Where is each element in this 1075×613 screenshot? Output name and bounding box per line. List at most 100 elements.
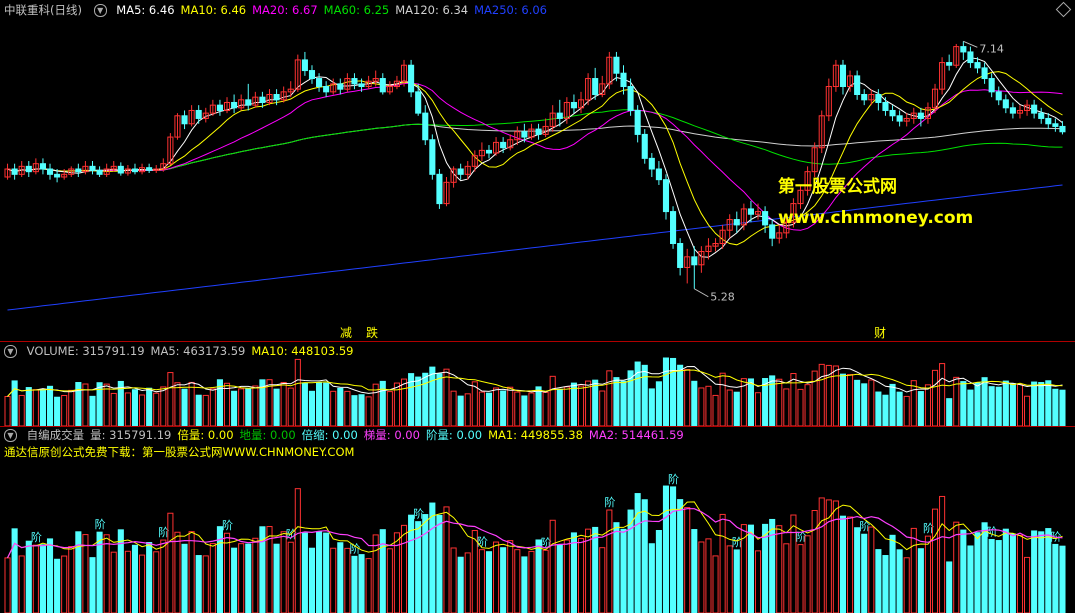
volume-bar — [776, 378, 783, 426]
candle-body — [882, 101, 889, 111]
indicator-bar — [910, 527, 917, 613]
volume-bar — [613, 377, 620, 426]
indicator-bar — [82, 534, 89, 613]
volume-bar — [684, 369, 691, 426]
volume-bar — [273, 388, 280, 426]
indicator-bar — [344, 547, 351, 613]
indicator-bar — [231, 547, 238, 613]
volume-bar — [910, 380, 917, 426]
volume-bar — [422, 372, 429, 426]
indicator-bar — [131, 544, 139, 613]
volume-bar — [634, 361, 641, 426]
indicator-bar — [783, 543, 790, 613]
candle-body — [96, 169, 103, 175]
candle-body — [457, 168, 464, 175]
volume-bar — [202, 394, 209, 426]
indicator-bar — [556, 544, 563, 613]
candle-body — [917, 112, 924, 119]
volume-bar — [4, 395, 11, 426]
indicator-bar — [960, 529, 967, 613]
volume-bar — [620, 380, 627, 426]
indicator-bar — [606, 509, 613, 613]
indicator-bar — [209, 543, 216, 613]
indicator-bar — [422, 514, 429, 613]
indicator-bar — [330, 547, 337, 613]
indicator-bar — [542, 549, 549, 613]
volume-bar — [181, 388, 188, 426]
volume-bar — [478, 391, 485, 426]
volume-bar — [521, 395, 528, 426]
candle-body — [1009, 107, 1016, 114]
volume-bar — [960, 381, 967, 426]
volume-bar — [995, 386, 1002, 426]
volume-bar — [209, 388, 216, 426]
indicator-bar — [124, 550, 131, 613]
candle-body — [25, 165, 32, 173]
indicator-bar — [832, 500, 839, 613]
volume-bar — [245, 388, 252, 426]
indicator-bar — [861, 533, 868, 613]
candle-body — [1052, 123, 1059, 127]
candle-body — [896, 115, 903, 122]
volume-bar — [670, 357, 677, 426]
indicator-bar — [1009, 533, 1016, 613]
volume-bar — [1045, 380, 1052, 426]
volume-bar — [832, 365, 839, 426]
indicator-bar — [1016, 534, 1024, 613]
indicator-bar — [577, 538, 585, 613]
indicator-bar — [939, 495, 946, 613]
candle-body — [613, 56, 620, 74]
indicator-bar — [698, 541, 705, 613]
indicator-bar — [988, 539, 995, 613]
volume-pane: ▼ VOLUME: 315791.19 MA5: 463173.59 MA10: 4… — [0, 342, 1075, 426]
indicator-bar — [308, 547, 316, 613]
indicator-bar — [726, 545, 733, 613]
candle-body — [641, 133, 648, 159]
candle-body — [46, 168, 54, 175]
volume-bar — [500, 390, 507, 426]
volume-bar — [167, 372, 174, 426]
indicator-bar — [585, 528, 592, 613]
indicator-bar — [11, 528, 18, 613]
indicator-pane: ▼ 自编成交量 量: 315791.19 倍量: 0.00 地量: 0.00 倍缩: 0… — [0, 427, 1075, 613]
volume-bar — [691, 380, 698, 426]
volume-bar — [514, 391, 521, 426]
candle-body — [981, 67, 988, 80]
indicator-bar — [514, 549, 521, 613]
volume-bar — [1002, 380, 1009, 426]
volume-bar — [839, 373, 847, 426]
indicator-bar — [110, 551, 117, 613]
indicator-bar — [868, 526, 875, 613]
volume-bar — [110, 392, 117, 426]
volume-bar — [308, 390, 316, 426]
candle-body — [39, 163, 46, 170]
volume-bar — [223, 382, 231, 426]
indicator-bar — [804, 535, 811, 613]
high-label: 7.14 — [979, 42, 1004, 55]
indicator-bar — [839, 515, 847, 613]
indicator-bar — [32, 544, 39, 613]
candle-body — [762, 211, 769, 226]
volume-bar — [400, 378, 408, 426]
candle-body — [662, 179, 670, 213]
indicator-bar — [889, 534, 896, 613]
volume-bar — [1016, 383, 1024, 426]
indicator-bar — [181, 543, 188, 613]
indicator-bar — [670, 486, 677, 613]
volume-bar — [854, 379, 861, 426]
volume-bar — [570, 382, 577, 426]
indicator-bar — [875, 549, 882, 613]
candle-body — [358, 83, 365, 88]
low-marker — [694, 288, 709, 298]
candle-body — [500, 141, 507, 149]
indicator-bar — [733, 549, 740, 613]
jie-tag: 阶 — [95, 517, 106, 531]
indicator-bar — [535, 539, 542, 613]
indicator-bar — [464, 552, 471, 613]
candle-body — [620, 72, 627, 88]
indicator-bar — [280, 531, 287, 613]
volume-bar — [535, 386, 542, 426]
volume-bar — [677, 364, 684, 426]
volume-bar — [351, 395, 358, 426]
volume-bar — [32, 389, 39, 426]
